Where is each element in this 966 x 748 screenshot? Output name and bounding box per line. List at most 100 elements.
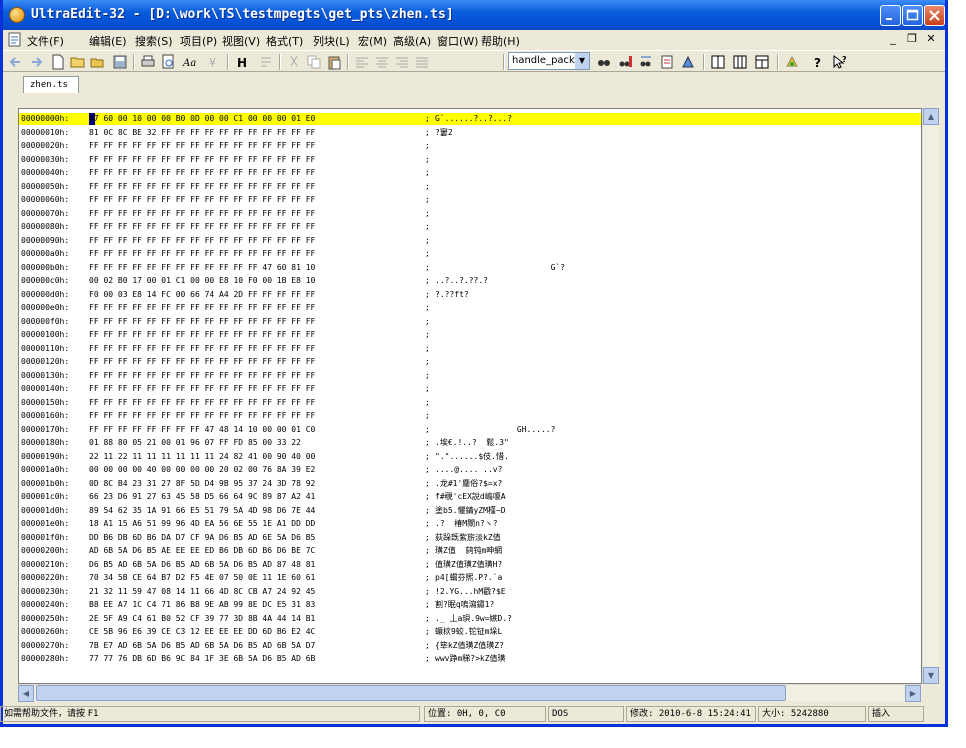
chevron-down-icon[interactable]: ▼: [575, 53, 589, 69]
hex-row[interactable]: 00000180h: 01 88 80 05 21 00 01 96 07 FF …: [19, 437, 921, 449]
hex-row[interactable]: 00000020h: FF FF FF FF FF FF FF FF FF FF …: [19, 140, 921, 152]
hex-row[interactable]: 00000130h: FF FF FF FF FF FF FF FF FF FF …: [19, 370, 921, 382]
hex-row[interactable]: 00000010h: 81 0C 8C BE 32 FF FF FF FF FF …: [19, 127, 921, 139]
hex-editor[interactable]: 00000000h: 47 60 00 10 00 00 B0 0D 00 00 …: [18, 108, 922, 684]
hex-row[interactable]: 00000250h: 2E 5F A9 C4 61 B0 52 CF 39 77 …: [19, 613, 921, 625]
hex-row[interactable]: 00000060h: FF FF FF FF FF FF FF FF FF FF …: [19, 194, 921, 206]
scroll-left-icon[interactable]: ◀: [18, 685, 34, 702]
word-wrap-icon[interactable]: [257, 53, 275, 71]
hex-row[interactable]: 000000a0h: FF FF FF FF FF FF FF FF FF FF …: [19, 248, 921, 260]
hex-row[interactable]: 00000040h: FF FF FF FF FF FF FF FF FF FF …: [19, 167, 921, 179]
find-in-files-icon[interactable]: [616, 53, 634, 71]
hex-row[interactable]: 000000e0h: FF FF FF FF FF FF FF FF FF FF …: [19, 302, 921, 314]
menu-column[interactable]: 列块(L): [313, 33, 350, 49]
hex-row[interactable]: 00000050h: FF FF FF FF FF FF FF FF FF FF …: [19, 181, 921, 193]
horizontal-scrollbar[interactable]: ◀ ▶: [18, 684, 922, 702]
menu-view[interactable]: 视图(V): [222, 33, 260, 49]
hex-row[interactable]: 000001b0h: 0D 8C B4 23 31 27 8F 5D D4 9B …: [19, 478, 921, 490]
hex-row[interactable]: 00000190h: 22 11 22 11 11 11 11 11 11 24 …: [19, 451, 921, 463]
app-icon[interactable]: [9, 7, 25, 23]
menu-window[interactable]: 窗口(W): [437, 33, 478, 49]
print-icon[interactable]: [139, 53, 157, 71]
hex-row[interactable]: 000001c0h: 66 23 D6 91 27 63 45 58 D5 66 …: [19, 491, 921, 503]
hex-row[interactable]: 00000150h: FF FF FF FF FF FF FF FF FF FF …: [19, 397, 921, 409]
replace-in-files-icon[interactable]: [658, 53, 676, 71]
maximize-button[interactable]: [902, 5, 923, 26]
close-button[interactable]: [924, 5, 945, 26]
hex-row[interactable]: 000000d0h: F0 00 03 E8 14 FC 00 66 74 A4 …: [19, 289, 921, 301]
window-list-icon[interactable]: [753, 53, 771, 71]
hex-row[interactable]: 00000030h: FF FF FF FF FF FF FF FF FF FF …: [19, 154, 921, 166]
align-left-icon[interactable]: [353, 53, 371, 71]
hex-row[interactable]: 000000f0h: FF FF FF FF FF FF FF FF FF FF …: [19, 316, 921, 328]
scroll-up-icon[interactable]: ▲: [923, 108, 939, 125]
hex-row[interactable]: 000001a0h: 00 00 00 00 40 00 00 00 00 20 …: [19, 464, 921, 476]
hex-edit-icon[interactable]: H: [233, 53, 251, 71]
menu-search[interactable]: 搜索(S): [135, 33, 173, 49]
hex-row[interactable]: 00000240h: B8 EE A7 1C C4 71 86 B8 9E AB …: [19, 599, 921, 611]
menu-file[interactable]: 文件(F): [27, 33, 64, 49]
help-icon[interactable]: ?: [809, 53, 827, 71]
hex-row[interactable]: 000000b0h: FF FF FF FF FF FF FF FF FF FF …: [19, 262, 921, 274]
file-tab[interactable]: zhen.ts: [23, 76, 79, 93]
hex-row[interactable]: 00000120h: FF FF FF FF FF FF FF FF FF FF …: [19, 356, 921, 368]
hex-row[interactable]: 00000270h: 7B E7 AD 6B 5A D6 B5 AD 6B 5A …: [19, 640, 921, 652]
ftp-icon[interactable]: [783, 53, 801, 71]
open-folder-2-icon[interactable]: [89, 53, 107, 71]
font-icon[interactable]: Aa: [181, 53, 199, 71]
hex-row[interactable]: 00000080h: FF FF FF FF FF FF FF FF FF FF …: [19, 221, 921, 233]
align-center-icon[interactable]: [373, 53, 391, 71]
scroll-down-icon[interactable]: ▼: [923, 667, 939, 684]
hex-row[interactable]: 00000260h: CE 5B 96 E6 39 CE C3 12 EE EE …: [19, 626, 921, 638]
hex-row[interactable]: 00000110h: FF FF FF FF FF FF FF FF FF FF …: [19, 343, 921, 355]
menu-format[interactable]: 格式(T): [266, 33, 303, 49]
mdi-minimize-button[interactable]: _: [885, 31, 901, 47]
hex-row[interactable]: 00000200h: AD 6B 5A D6 B5 AE EE EE ED B6 …: [19, 545, 921, 557]
hex-row[interactable]: 00000210h: D6 B5 AD 6B 5A D6 B5 AD 6B 5A …: [19, 559, 921, 571]
menu-help[interactable]: 帮助(H): [481, 33, 520, 49]
save-icon[interactable]: [111, 53, 129, 71]
hex-row[interactable]: 00000170h: FF FF FF FF FF FF FF FF 47 48 …: [19, 424, 921, 436]
hex-mode-icon[interactable]: ¥: [205, 53, 223, 71]
goto-icon[interactable]: [679, 53, 697, 71]
hex-row[interactable]: 00000100h: FF FF FF FF FF FF FF FF FF FF …: [19, 329, 921, 341]
title-bar[interactable]: UltraEdit-32 - [D:\work\TS\testmpegts\ge…: [3, 0, 945, 30]
hex-row[interactable]: 000001d0h: 89 54 62 35 1A 91 66 E5 51 79 …: [19, 505, 921, 517]
context-help-icon[interactable]: ?: [831, 53, 849, 71]
hex-row[interactable]: 000001f0h: DD B6 DB 6D B6 DA D7 CF 9A D6 …: [19, 532, 921, 544]
hex-row[interactable]: 00000220h: 70 34 5B CE 64 B7 D2 F5 4E 07 …: [19, 572, 921, 584]
back-icon[interactable]: [7, 53, 25, 71]
menu-project[interactable]: 项目(P): [180, 33, 217, 49]
scroll-right-icon[interactable]: ▶: [905, 685, 921, 702]
cut-icon[interactable]: [285, 53, 303, 71]
paste-icon[interactable]: [325, 53, 343, 71]
copy-icon[interactable]: [305, 53, 323, 71]
mdi-close-button[interactable]: ✕: [923, 31, 939, 47]
minimize-button[interactable]: [880, 5, 901, 26]
document-icon[interactable]: [7, 32, 23, 48]
menu-macro[interactable]: 宏(M): [358, 33, 387, 49]
print-preview-icon[interactable]: [159, 53, 177, 71]
align-right-icon[interactable]: [393, 53, 411, 71]
justify-icon[interactable]: [413, 53, 431, 71]
vertical-scrollbar[interactable]: ▲ ▼: [922, 108, 939, 684]
vertical-split-icon[interactable]: [731, 53, 749, 71]
menu-advanced[interactable]: 高级(A): [393, 33, 431, 49]
hex-row[interactable]: 00000230h: 21 32 11 59 47 08 14 11 66 4D …: [19, 586, 921, 598]
open-folder-icon[interactable]: [69, 53, 87, 71]
hex-row[interactable]: 00000140h: FF FF FF FF FF FF FF FF FF FF …: [19, 383, 921, 395]
menu-edit[interactable]: 编辑(E): [89, 33, 127, 49]
horizontal-split-icon[interactable]: [709, 53, 727, 71]
hex-row[interactable]: 00000280h: 77 77 76 DB 6D B6 9C 84 1F 3E …: [19, 653, 921, 665]
hex-row[interactable]: 00000090h: FF FF FF FF FF FF FF FF FF FF …: [19, 235, 921, 247]
replace-icon[interactable]: [637, 53, 655, 71]
new-file-icon[interactable]: [49, 53, 67, 71]
hex-row[interactable]: 00000070h: FF FF FF FF FF FF FF FF FF FF …: [19, 208, 921, 220]
mdi-restore-button[interactable]: ❐: [904, 31, 920, 47]
horizontal-scroll-thumb[interactable]: [36, 685, 786, 701]
forward-icon[interactable]: [27, 53, 45, 71]
hex-row[interactable]: 00000000h: 47 60 00 10 00 00 B0 0D 00 00 …: [19, 113, 921, 125]
function-list-dropdown[interactable]: handle_packet ▼: [508, 52, 590, 70]
hex-row[interactable]: 00000160h: FF FF FF FF FF FF FF FF FF FF …: [19, 410, 921, 422]
find-icon[interactable]: [595, 53, 613, 71]
